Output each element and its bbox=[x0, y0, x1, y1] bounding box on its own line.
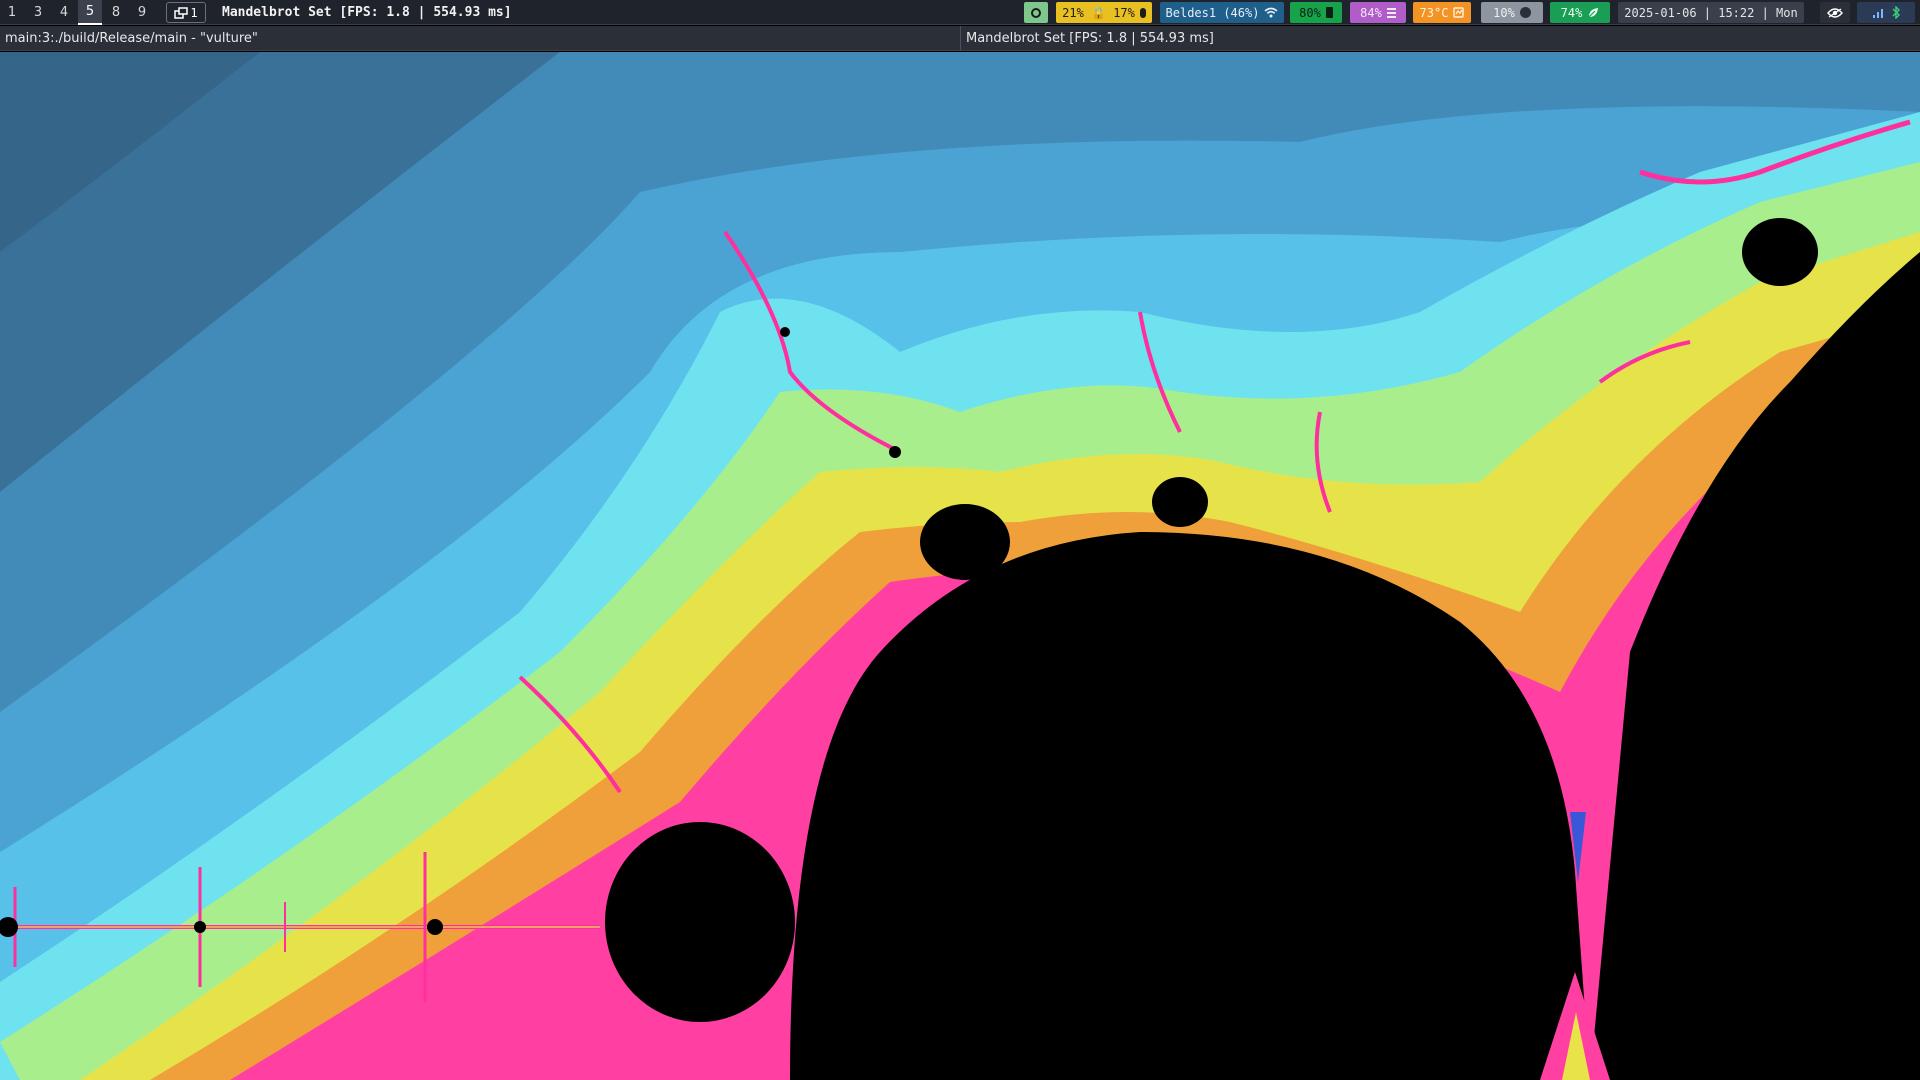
battery-text: 80% bbox=[1299, 5, 1321, 20]
wifi-text: Beldes1 (46%) bbox=[1165, 5, 1260, 20]
window-stack-icon bbox=[174, 6, 189, 19]
layout-button[interactable]: 1 bbox=[166, 2, 206, 23]
status-dot-module[interactable] bbox=[1024, 2, 1048, 23]
eye-icon bbox=[1827, 7, 1843, 18]
wifi-icon bbox=[1264, 7, 1278, 18]
system-tray[interactable] bbox=[1857, 2, 1915, 23]
audio-module[interactable]: 21% 🔒 17% bbox=[1056, 2, 1152, 23]
moon-icon bbox=[1519, 7, 1531, 18]
workspace-3-button[interactable]: 3 bbox=[26, 0, 50, 25]
datetime-text: 2025-01-06 | 15:22 | Mon bbox=[1624, 5, 1798, 20]
brightness-module[interactable]: 10% bbox=[1481, 2, 1543, 23]
window-title-bar: main:3:./build/Release/main - "vulture" … bbox=[0, 26, 1920, 51]
circle-icon bbox=[1031, 7, 1041, 18]
mandelbrot-image bbox=[0, 52, 1920, 1080]
mandelbrot-window-title[interactable]: Mandelbrot Set [FPS: 1.8 | 554.93 ms] bbox=[960, 26, 1920, 51]
temperature-module[interactable]: 73°C bbox=[1413, 2, 1471, 23]
workspace-5-button[interactable]: 5 bbox=[78, 0, 102, 25]
menu-bars-icon bbox=[1386, 7, 1396, 18]
eco-module[interactable]: 74% bbox=[1550, 2, 1610, 23]
terminal-window-title[interactable]: main:3:./build/Release/main - "vulture" bbox=[5, 26, 258, 51]
workspace-1-button[interactable]: 1 bbox=[0, 0, 24, 25]
wifi-module[interactable]: Beldes1 (46%) bbox=[1160, 2, 1284, 23]
memory-text: 84% bbox=[1360, 5, 1382, 20]
workspace-4-button[interactable]: 4 bbox=[52, 0, 76, 25]
leaf-icon bbox=[1587, 7, 1599, 18]
bluetooth-icon[interactable] bbox=[1891, 6, 1901, 19]
top-status-bar: 1 3 4 5 8 9 1 Mandelbrot Set [FPS: 1.8 |… bbox=[0, 0, 1920, 25]
mandelbrot-render-canvas[interactable] bbox=[0, 52, 1920, 1080]
network-signal-icon[interactable] bbox=[1872, 7, 1886, 19]
workspace-8-button[interactable]: 8 bbox=[104, 0, 128, 25]
audio-text: 21% 🔒 17% bbox=[1062, 5, 1135, 20]
layout-count: 1 bbox=[190, 5, 198, 20]
focused-window-title: Mandelbrot Set [FPS: 1.8 | 554.93 ms] bbox=[222, 5, 512, 20]
battery-module[interactable]: 80% bbox=[1290, 2, 1342, 23]
workspace-9-button[interactable]: 9 bbox=[130, 0, 154, 25]
memory-module[interactable]: 84% bbox=[1350, 2, 1406, 23]
microphone-icon bbox=[1139, 7, 1146, 18]
datetime-module[interactable]: 2025-01-06 | 15:22 | Mon bbox=[1618, 2, 1804, 23]
thermometer-icon bbox=[1453, 7, 1465, 18]
eco-text: 74% bbox=[1560, 5, 1583, 20]
eye-toggle-button[interactable] bbox=[1820, 2, 1850, 23]
brightness-text: 10% bbox=[1493, 5, 1515, 20]
battery-icon bbox=[1325, 7, 1333, 18]
temperature-text: 73°C bbox=[1419, 5, 1449, 20]
